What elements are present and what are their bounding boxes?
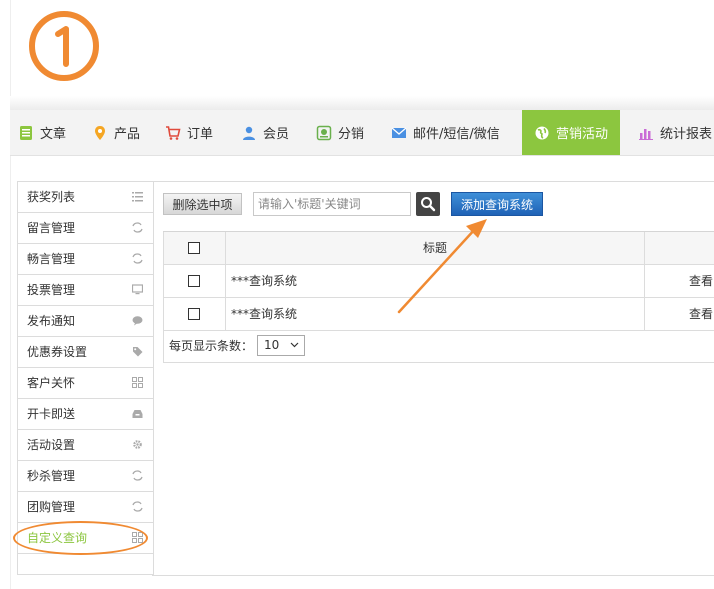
sidebar-item-label: 留言管理 bbox=[27, 221, 76, 235]
nav-item-order[interactable]: 订单 bbox=[165, 110, 213, 155]
nav-item-marketing[interactable]: 营销活动 bbox=[522, 110, 621, 155]
nav-item-label: 统计报表 bbox=[660, 127, 713, 142]
sidebar-item-coupon-settings[interactable]: 优惠券设置 bbox=[18, 336, 153, 366]
user-icon bbox=[243, 126, 255, 140]
nav-item-label: 会员 bbox=[263, 127, 290, 142]
nav-item-label: 营销活动 bbox=[556, 127, 609, 142]
sidebar-item-label: 秒杀管理 bbox=[27, 469, 76, 483]
nav-item-statistics[interactable]: 统计报表 bbox=[638, 110, 712, 155]
sidebar-item-label: 畅言管理 bbox=[27, 252, 76, 266]
query-table: 标题 ***查询系统 查看 ***查询系统 查看 bbox=[163, 231, 714, 331]
nav-item-member[interactable]: 会员 bbox=[241, 110, 289, 155]
monitor-icon bbox=[132, 284, 143, 295]
location-pin-icon bbox=[95, 125, 105, 140]
page-size-value: 10 bbox=[264, 338, 280, 352]
nav-item-label: 邮件/短信/微信 bbox=[413, 127, 500, 142]
table-header: 标题 bbox=[163, 232, 714, 265]
table-row: ***查询系统 查看 bbox=[163, 265, 714, 298]
sidebar-item-label: 获奖列表 bbox=[27, 190, 76, 204]
header-divider bbox=[10, 96, 714, 110]
column-header-title: 标题 bbox=[422, 241, 447, 255]
table-row: ***查询系统 查看 bbox=[163, 298, 714, 331]
refresh-icon bbox=[132, 222, 143, 233]
refresh-icon bbox=[132, 501, 143, 512]
delete-selected-button[interactable]: 删除选中项 bbox=[163, 193, 242, 215]
row-title: ***查询系统 bbox=[231, 307, 298, 321]
article-icon bbox=[20, 125, 32, 140]
nav-item-label: 产品 bbox=[114, 127, 141, 142]
sidebar-item-vote-manage[interactable]: 投票管理 bbox=[18, 274, 153, 304]
nav-item-article[interactable]: 文章 bbox=[18, 110, 66, 155]
row-checkbox[interactable] bbox=[188, 308, 200, 320]
refresh-icon bbox=[132, 253, 143, 264]
inbox-icon bbox=[132, 410, 143, 418]
sidebar-item-custom-query[interactable]: 自定义查询 bbox=[18, 522, 153, 552]
sidebar-item-card-gift[interactable]: 开卡即送 bbox=[18, 398, 153, 428]
add-query-system-button[interactable]: 添加查询系统 bbox=[451, 192, 543, 216]
cart-icon bbox=[166, 125, 181, 140]
page-size-select[interactable]: 10 bbox=[257, 335, 305, 356]
view-link[interactable]: 查看 bbox=[689, 298, 713, 330]
mail-icon bbox=[391, 127, 407, 138]
sidebar-item-label: 发布通知 bbox=[27, 314, 76, 328]
nav-item-messaging[interactable]: 邮件/短信/微信 bbox=[391, 110, 500, 155]
sidebar-item-message-manage[interactable]: 留言管理 bbox=[18, 212, 153, 242]
sidebar-item-publish-notice[interactable]: 发布通知 bbox=[18, 305, 153, 335]
sidebar-item-label: 开卡即送 bbox=[27, 407, 76, 421]
grid-icon bbox=[132, 532, 143, 543]
globe-icon bbox=[535, 126, 549, 139]
select-all-checkbox[interactable] bbox=[188, 242, 200, 254]
sidebar-item-label: 优惠券设置 bbox=[27, 345, 88, 359]
sidebar-item-award-list[interactable]: 获奖列表 bbox=[18, 181, 153, 211]
sidebar-item-comment-manage[interactable]: 畅言管理 bbox=[18, 243, 153, 273]
share-icon bbox=[316, 125, 332, 140]
step-number-marker bbox=[28, 10, 100, 82]
nav-item-label: 订单 bbox=[187, 127, 214, 142]
list-icon bbox=[132, 192, 143, 202]
view-link[interactable]: 查看 bbox=[689, 265, 713, 297]
nav-item-label: 文章 bbox=[40, 127, 67, 142]
search-button[interactable] bbox=[416, 192, 440, 216]
sidebar-empty-row bbox=[18, 553, 153, 574]
chevron-down-icon bbox=[290, 342, 299, 348]
sidebar-item-flash-sale[interactable]: 秒杀管理 bbox=[18, 460, 153, 490]
row-checkbox[interactable] bbox=[188, 275, 200, 287]
sidebar-item-event-settings[interactable]: 活动设置 bbox=[18, 429, 153, 459]
pager: 每页显示条数： 10 bbox=[163, 330, 714, 363]
chat-bubble-icon bbox=[132, 316, 143, 326]
sidebar-item-label: 客户关怀 bbox=[27, 376, 76, 390]
nav-item-distribution[interactable]: 分销 bbox=[316, 110, 364, 155]
grid-icon bbox=[132, 377, 143, 388]
sidebar-item-customer-care[interactable]: 客户关怀 bbox=[18, 367, 153, 397]
sidebar-item-label: 团购管理 bbox=[27, 500, 76, 514]
search-input[interactable] bbox=[253, 192, 411, 216]
row-title: ***查询系统 bbox=[231, 274, 298, 288]
sidebar: 获奖列表 留言管理 畅言管理 投票管理 发布通知 优惠券设置 客户关怀 开卡即送… bbox=[17, 181, 154, 575]
sidebar-item-group-buy[interactable]: 团购管理 bbox=[18, 491, 153, 521]
sidebar-item-label: 自定义查询 bbox=[27, 531, 88, 545]
page-size-label: 每页显示条数： bbox=[169, 339, 254, 353]
sidebar-item-label: 投票管理 bbox=[27, 283, 76, 297]
bar-chart-icon bbox=[639, 128, 653, 140]
refresh-icon bbox=[132, 470, 143, 481]
search-icon bbox=[421, 197, 436, 212]
nav-item-label: 分销 bbox=[338, 127, 365, 142]
page-edge bbox=[10, 0, 11, 589]
sidebar-item-label: 活动设置 bbox=[27, 438, 76, 452]
gear-icon bbox=[133, 440, 142, 449]
nav-item-product[interactable]: 产品 bbox=[92, 110, 140, 155]
main-nav: 文章 产品 订单 会员 分销 邮件/短信/微信 营销活动 统计报表 bbox=[10, 110, 714, 156]
tag-icon bbox=[133, 347, 143, 357]
